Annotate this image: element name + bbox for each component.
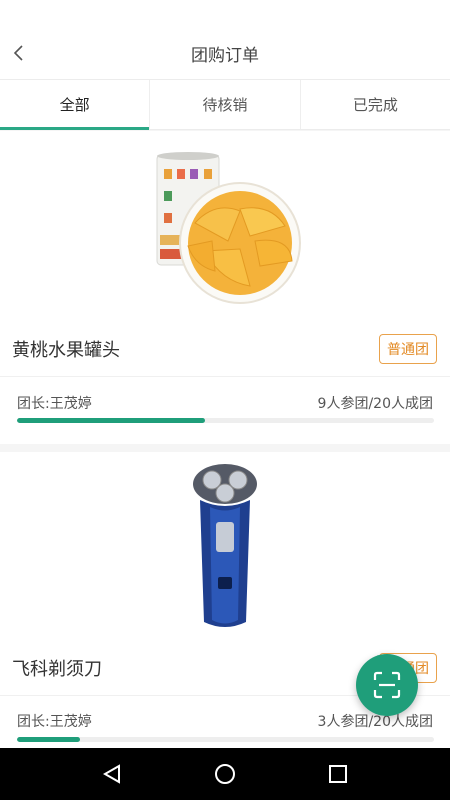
scan-icon [373,671,401,699]
group-type-badge: 普通团 [379,333,437,364]
page-title: 团购订单 [191,46,259,66]
nav-back-button[interactable] [92,754,132,794]
tab-completed[interactable]: 已完成 [301,80,450,129]
nav-recents-icon [329,765,348,783]
tab-pending[interactable]: 待核销 [150,80,301,129]
group-info-row: 团长:王茂婷 9人参团/20人成团 [17,388,433,418]
app-header: 团购订单 [0,0,450,80]
peach-can-image [156,152,301,304]
group-leader: 团长:王茂婷 [17,714,92,730]
group-progress-bar [17,418,434,423]
nav-home-button[interactable] [205,754,245,794]
group-progress-bar [17,737,434,742]
tab-bar: 全部 待核销 已完成 [0,80,450,130]
nav-home-icon [214,764,235,784]
nav-recents-button[interactable] [318,754,358,794]
order-card[interactable]: 黄桃水果罐头 普通团 团长:王茂婷 9人参团/20人成团 [0,131,450,444]
system-nav-bar [0,748,450,800]
product-name: 飞科剃须刀 [12,658,102,680]
participant-count: 9人参团/20人成团 [317,396,433,412]
product-name: 黄桃水果罐头 [12,339,120,361]
group-leader: 团长:王茂婷 [17,396,92,412]
group-progress-fill [17,418,205,423]
nav-back-icon [102,764,120,784]
group-progress-fill [17,737,80,742]
tab-all[interactable]: 全部 [0,80,151,130]
shaver-image [193,464,257,627]
product-row: 黄桃水果罐头 普通团 [0,321,450,377]
scan-button[interactable] [356,654,418,716]
